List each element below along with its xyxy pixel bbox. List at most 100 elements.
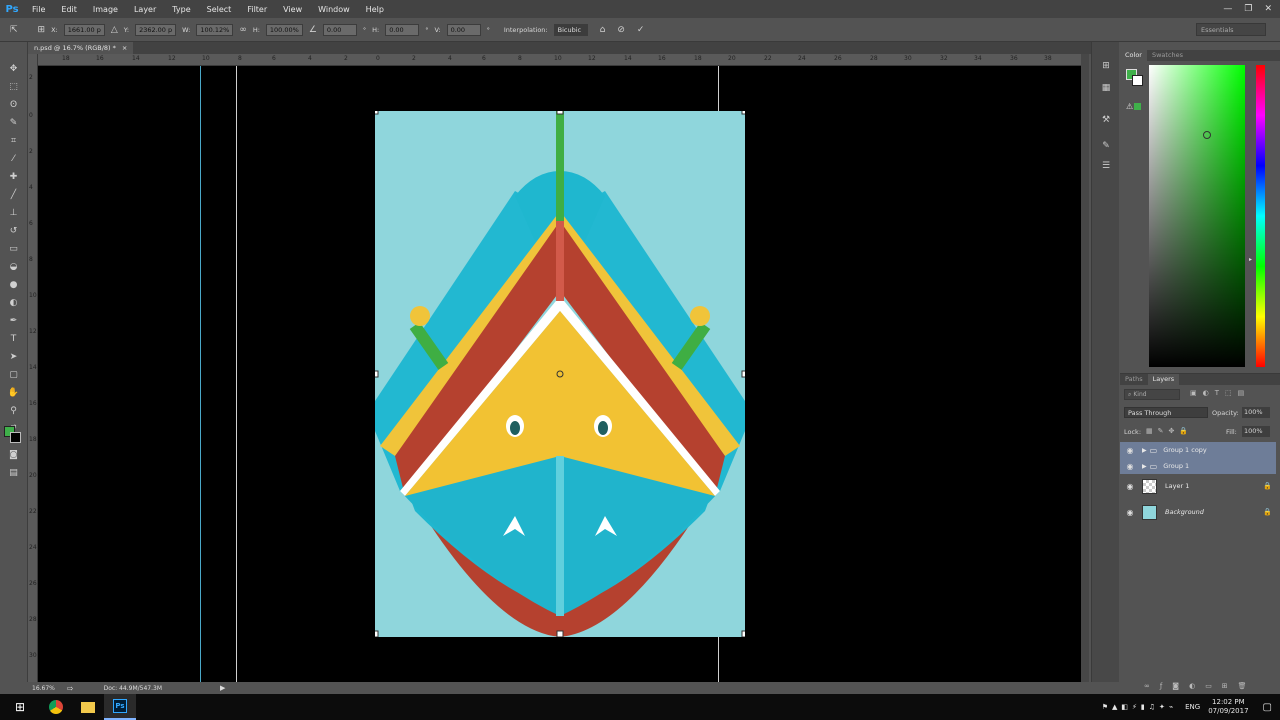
menu-edit[interactable]: Edit [53, 5, 85, 14]
layer-kind-filter[interactable]: ⌕ Kind [1124, 389, 1180, 400]
menu-type[interactable]: Type [164, 5, 198, 14]
reference-point-icon[interactable]: ⊞ [38, 25, 46, 35]
rectangle-tool-icon[interactable]: ▢ [6, 368, 21, 382]
layer-row-group-1-copy[interactable]: ◉ ▶ ▭ Group 1 copy [1120, 442, 1276, 458]
tab-swatches[interactable]: Swatches [1147, 50, 1188, 61]
zoom-tool-icon[interactable]: ⚲ [6, 404, 21, 418]
paint-bucket-tool-icon[interactable]: ◒ [6, 260, 21, 274]
language-indicator[interactable]: ENG [1185, 703, 1200, 711]
tool-presets-icon[interactable]: ⚒ [1099, 114, 1113, 126]
vertical-scrollbar[interactable] [1081, 54, 1089, 682]
tab-paths[interactable]: Paths [1120, 374, 1148, 385]
eyedropper-tool-icon[interactable]: ⁄ [6, 152, 21, 166]
w-field[interactable]: 100.12% [196, 23, 234, 36]
gamut-warning-icon[interactable]: ⚠ [1126, 102, 1133, 111]
visibility-eye-icon[interactable]: ◉ [1124, 482, 1136, 491]
document-tab[interactable]: n.psd @ 16.7% (RGB/8) * × [28, 42, 134, 54]
adjustments-panel-icon[interactable]: ☰ [1099, 160, 1113, 172]
cancel-transform-icon[interactable]: ⊘ [617, 25, 625, 35]
document-canvas[interactable] [38, 66, 1081, 682]
layer-filter-icons[interactable]: ▣◐T⬚▤ [1190, 389, 1250, 397]
layers-footer-icons[interactable]: ∞ƒ◙◐▭⊞🗑 [1144, 682, 1257, 690]
close-button[interactable]: ✕ [1264, 4, 1272, 14]
path-selection-tool-icon[interactable]: ➤ [6, 350, 21, 364]
hue-slider-marker[interactable]: ▸ [1249, 256, 1252, 263]
start-button-icon[interactable]: ⊞ [0, 694, 40, 720]
minimize-button[interactable]: — [1223, 4, 1232, 14]
link-icon[interactable]: ∞ [239, 25, 247, 35]
brush-tool-icon[interactable]: ╱ [6, 188, 21, 202]
eraser-tool-icon[interactable]: ▭ [6, 242, 21, 256]
y-field[interactable]: 2362.00 p [135, 23, 177, 36]
layer-name[interactable]: Group 1 copy [1163, 446, 1207, 454]
lasso-tool-icon[interactable]: ʘ [6, 98, 21, 112]
warp-mode-icon[interactable]: ⌂ [600, 25, 606, 35]
background-color-swatch[interactable] [10, 432, 21, 443]
color-picker-field[interactable] [1149, 65, 1245, 367]
angle-field[interactable]: 0.00 [322, 23, 357, 36]
hskew-field[interactable]: 0.00 [385, 23, 420, 36]
tab-color[interactable]: Color [1120, 50, 1147, 61]
expand-arrow-icon[interactable]: ▶ [1142, 463, 1147, 470]
layer-name[interactable]: Group 1 [1163, 462, 1189, 470]
menu-view[interactable]: View [275, 5, 310, 14]
crop-tool-icon[interactable]: ⌗ [6, 134, 21, 148]
interpolation-select[interactable]: Bicubic [553, 23, 588, 36]
history-brush-tool-icon[interactable]: ↺ [6, 224, 21, 238]
workspace-select[interactable]: Essentials [1196, 23, 1266, 36]
delta-icon[interactable]: △ [111, 25, 118, 35]
color-picker-marker[interactable] [1203, 131, 1211, 139]
menu-layer[interactable]: Layer [126, 5, 164, 14]
history-panel-icon[interactable]: ⊞ [1099, 60, 1113, 72]
restore-button[interactable]: ❐ [1244, 4, 1252, 14]
hand-tool-icon[interactable]: ✋ [6, 386, 21, 400]
clock[interactable]: 12:02 PM 07/09/2017 [1208, 698, 1248, 716]
screen-mode-icon[interactable]: ▤ [6, 466, 21, 480]
layer-row-background[interactable]: ◉ Background 🔒 [1120, 502, 1276, 522]
brush-panel-icon[interactable]: ✎ [1099, 140, 1113, 152]
layer-name[interactable]: Layer 1 [1165, 482, 1189, 490]
tab-layers[interactable]: Layers [1147, 374, 1180, 385]
menu-image[interactable]: Image [85, 5, 126, 14]
expand-arrow-icon[interactable]: ▶ [1142, 447, 1147, 454]
layer-row-layer-1[interactable]: ◉ Layer 1 🔒 [1120, 476, 1276, 496]
notifications-icon[interactable]: ▢ [1263, 702, 1272, 713]
blur-tool-icon[interactable]: ● [6, 278, 21, 292]
tray-icons[interactable]: ⚑▲◧⚡▮♫✦⌁ [1102, 703, 1177, 711]
commit-transform-icon[interactable]: ✓ [637, 25, 645, 35]
file-explorer-icon[interactable] [72, 694, 104, 720]
guide-line[interactable] [200, 66, 201, 682]
menu-filter[interactable]: Filter [239, 5, 275, 14]
menu-file[interactable]: File [24, 5, 53, 14]
healing-brush-tool-icon[interactable]: ✚ [6, 170, 21, 184]
lock-icons[interactable]: ▦✎✥🔒 [1146, 427, 1193, 435]
x-field[interactable]: 1661.00 p [63, 23, 105, 36]
gamut-swatch[interactable] [1134, 103, 1141, 110]
opacity-field[interactable]: 100% [1242, 407, 1270, 418]
dodge-tool-icon[interactable]: ◐ [6, 296, 21, 310]
fill-field[interactable]: 100% [1242, 426, 1270, 437]
marquee-tool-icon[interactable]: ⬚ [6, 80, 21, 94]
quick-mask-icon[interactable]: ◙ [6, 448, 21, 462]
properties-panel-icon[interactable]: ▦ [1099, 82, 1113, 94]
photoshop-taskbar-icon[interactable]: Ps [104, 694, 136, 720]
background-color-chip[interactable] [1132, 75, 1143, 86]
zoom-level[interactable]: 16.67% [32, 685, 55, 692]
document-tab-close-icon[interactable]: × [122, 44, 127, 52]
visibility-eye-icon[interactable]: ◉ [1124, 462, 1136, 471]
menu-select[interactable]: Select [199, 5, 240, 14]
blend-mode-select[interactable]: Pass Through [1124, 407, 1208, 418]
clone-stamp-tool-icon[interactable]: ⊥ [6, 206, 21, 220]
h-field[interactable]: 100.00% [265, 23, 303, 36]
quick-selection-tool-icon[interactable]: ✎ [6, 116, 21, 130]
move-tool-icon[interactable]: ✥ [6, 62, 21, 76]
visibility-eye-icon[interactable]: ◉ [1124, 446, 1136, 455]
type-tool-icon[interactable]: T [6, 332, 21, 346]
export-icon[interactable]: ⇨ [67, 684, 74, 693]
visibility-eye-icon[interactable]: ◉ [1124, 508, 1136, 517]
chrome-icon[interactable] [40, 694, 72, 720]
menu-help[interactable]: Help [358, 5, 392, 14]
guide-line[interactable] [236, 66, 237, 682]
vskew-field[interactable]: 0.00 [446, 23, 481, 36]
pen-tool-icon[interactable]: ✒ [6, 314, 21, 328]
